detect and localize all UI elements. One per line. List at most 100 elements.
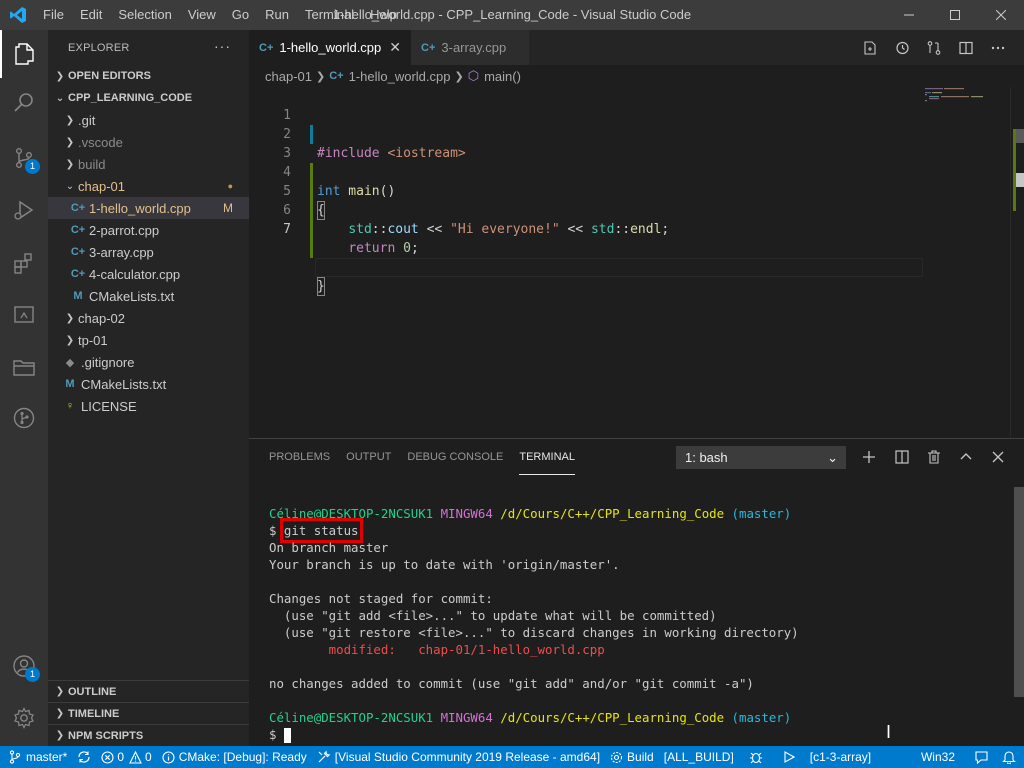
timeline-history-icon[interactable]	[886, 30, 918, 65]
maximize-panel-icon[interactable]	[953, 445, 979, 469]
menu-edit[interactable]: Edit	[72, 0, 110, 30]
tree-item-git[interactable]: ❯ .git	[48, 109, 249, 131]
gitignore-file-icon: ◆	[65, 356, 75, 369]
platform-status[interactable]: Win32	[916, 746, 969, 768]
tree-item-chap-02[interactable]: ❯ chap-02	[48, 307, 249, 329]
warning-icon	[129, 750, 142, 764]
tree-item-label: build	[78, 156, 106, 172]
notifications-bell-icon[interactable]	[997, 746, 1024, 768]
open-editors-section[interactable]: ❯ OPEN EDITORS	[48, 65, 249, 87]
tree-item-cmakelists-root[interactable]: M CMakeLists.txt	[48, 373, 249, 395]
code-line: 2	[249, 106, 929, 142]
tab-output[interactable]: OUTPUT	[346, 439, 391, 475]
tree-item-tp-01[interactable]: ❯ tp-01	[48, 329, 249, 351]
tree-item-build[interactable]: ❯ build	[48, 153, 249, 175]
cpp-file-icon: C+	[70, 268, 86, 280]
feedback-icon[interactable]	[969, 746, 997, 768]
more-editor-actions-icon[interactable]	[982, 30, 1014, 65]
editor-scrollbar[interactable]	[1010, 87, 1024, 438]
tab-terminal[interactable]: TERMINAL	[519, 439, 575, 475]
cmake-status[interactable]: CMake: [Debug]: Ready	[157, 746, 312, 768]
terminal-modified-line: modified: chap-01/1-hello_world.cpp	[269, 642, 605, 657]
menu-view[interactable]: View	[180, 0, 224, 30]
open-changes-icon[interactable]	[854, 30, 886, 65]
trash-icon[interactable]	[921, 445, 947, 469]
terminal-select[interactable]: 1: bash ⌄	[676, 446, 846, 469]
kit-status[interactable]: [Visual Studio Community 2019 Release - …	[312, 746, 605, 768]
tree-item-hello-world[interactable]: C+ 1-hello_world.cpp M	[48, 197, 249, 219]
menu-terminal[interactable]: Terminal	[297, 0, 362, 30]
terminal-output[interactable]: Céline@DESKTOP-2NCSUK1 MINGW64 /d/Cours/…	[269, 505, 799, 743]
folder-icon[interactable]	[0, 343, 48, 391]
tab-debug-console[interactable]: DEBUG CONSOLE	[407, 439, 503, 475]
npm-scripts-label: NPM SCRIPTS	[68, 729, 144, 742]
split-editor-icon[interactable]	[950, 30, 982, 65]
breadcrumb-file[interactable]: 1-hello_world.cpp	[349, 69, 451, 84]
run-play-icon[interactable]	[773, 746, 805, 768]
explorer-icon[interactable]	[0, 30, 48, 78]
compare-changes-icon[interactable]	[918, 30, 950, 65]
minimap[interactable]	[923, 87, 1013, 107]
code-line: 3 int main()	[249, 125, 929, 199]
menu-go[interactable]: Go	[224, 0, 257, 30]
menu-selection[interactable]: Selection	[110, 0, 179, 30]
tab-label: 1-hello_world.cpp	[279, 40, 382, 55]
close-tab-icon[interactable]: ✕	[389, 39, 401, 56]
tree-item-gitignore[interactable]: ◆ .gitignore	[48, 351, 249, 373]
tree-item-array[interactable]: C+ 3-array.cpp	[48, 241, 249, 263]
more-actions-icon[interactable]: ···	[214, 38, 231, 54]
build-status[interactable]: Build	[605, 746, 659, 768]
build-target-status[interactable]: [ALL_BUILD]	[659, 746, 739, 768]
close-window-button[interactable]	[978, 0, 1024, 30]
tree-item-chap-01[interactable]: ⌄ chap-01 ●	[48, 175, 249, 197]
remote-explorer-icon[interactable]	[0, 291, 48, 339]
terminal-scrollbar[interactable]	[1014, 485, 1024, 741]
tree-item-cmakelists-chap01[interactable]: M CMakeLists.txt	[48, 285, 249, 307]
tree-item-calculator[interactable]: C+ 4-calculator.cpp	[48, 263, 249, 285]
current-line-highlight	[315, 258, 923, 277]
chevron-right-icon: ❯	[55, 708, 65, 719]
menu-file[interactable]: File	[35, 0, 72, 30]
minimize-button[interactable]	[886, 0, 932, 30]
sync-icon[interactable]	[72, 746, 96, 768]
tree-item-vscode[interactable]: ❯ .vscode	[48, 131, 249, 153]
explorer-sidebar: EXPLORER ··· ❯ OPEN EDITORS ⌄ CPP_LEARNI…	[48, 30, 249, 746]
timeline-section[interactable]: ❯ TIMELINE	[48, 702, 249, 724]
breadcrumb-symbol[interactable]: main()	[484, 69, 521, 84]
tab-problems[interactable]: PROBLEMS	[269, 439, 330, 475]
search-icon[interactable]	[0, 78, 48, 126]
outline-section[interactable]: ❯ OUTLINE	[48, 680, 249, 702]
window-controls	[886, 0, 1024, 30]
debug-bug-icon[interactable]	[739, 746, 773, 768]
npm-scripts-section[interactable]: ❯ NPM SCRIPTS	[48, 724, 249, 746]
close-panel-icon[interactable]	[985, 445, 1011, 469]
tree-item-parrot[interactable]: C+ 2-parrot.cpp	[48, 219, 249, 241]
tab-hello-world[interactable]: C+ 1-hello_world.cpp ✕	[249, 30, 412, 65]
launch-target-status[interactable]: [c1-3-array]	[805, 746, 876, 768]
accounts-icon[interactable]: 1	[0, 642, 48, 690]
menu-help[interactable]: Help	[362, 0, 405, 30]
branch-status[interactable]: master*	[0, 746, 72, 768]
workspace-root[interactable]: ⌄ CPP_LEARNING_CODE	[48, 87, 249, 109]
source-control-icon[interactable]: 1	[0, 134, 48, 182]
terminal-line: On branch master	[269, 540, 389, 555]
extensions-icon[interactable]	[0, 239, 48, 287]
cpp-file-icon: C+	[70, 224, 86, 236]
terminal-scrollbar-thumb[interactable]	[1014, 487, 1024, 697]
git-graph-icon[interactable]	[0, 394, 48, 442]
problems-status[interactable]: 0 0	[96, 746, 156, 768]
tree-item-label: 4-calculator.cpp	[89, 266, 181, 282]
highlighted-command: git status	[279, 518, 363, 543]
menu-run[interactable]: Run	[257, 0, 297, 30]
terminal-line: Changes not staged for commit:	[269, 591, 493, 606]
tab-array[interactable]: C+ 3-array.cpp	[411, 30, 530, 65]
new-terminal-icon[interactable]	[856, 445, 882, 469]
breadcrumb-folder[interactable]: chap-01	[265, 69, 312, 84]
gear-icon[interactable]	[0, 694, 48, 742]
code-editor[interactable]: 1 #include <iostream> 2 3 int main() 4 {…	[249, 87, 1024, 438]
maximize-button[interactable]	[932, 0, 978, 30]
split-terminal-icon[interactable]	[889, 445, 915, 469]
run-debug-icon[interactable]	[0, 186, 48, 234]
tree-item-license[interactable]: ♀ LICENSE	[48, 395, 249, 417]
